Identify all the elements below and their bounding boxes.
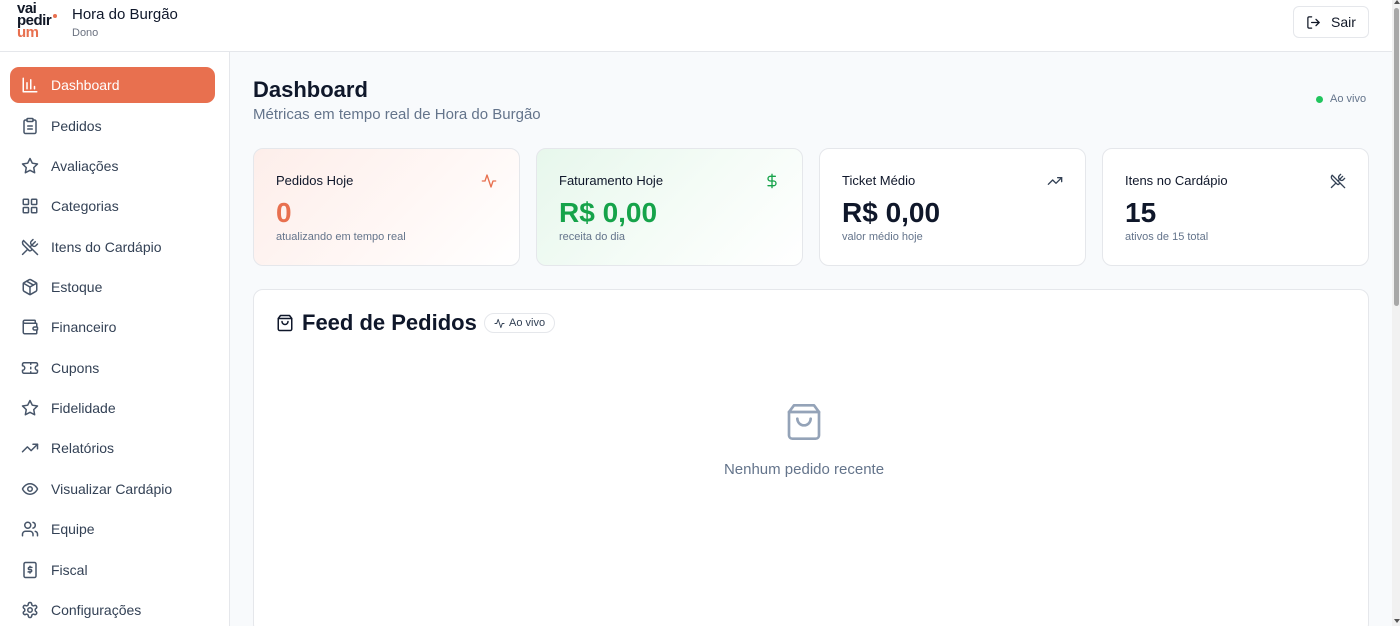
empty-shopping-bag-icon: [787, 404, 821, 440]
logo-line-3: um: [17, 24, 39, 41]
live-status-label: Ao vivo: [1330, 93, 1367, 105]
sidebar-item-label: Relatórios: [51, 440, 115, 456]
sidebar-item-label: Visualizar Cardápio: [51, 481, 173, 497]
sidebar-item-label: Itens do Cardápio: [51, 239, 162, 255]
sidebar-item-equipe[interactable]: Equipe: [10, 511, 215, 547]
sidebar-item-configuracoes[interactable]: Configurações: [10, 592, 215, 626]
sidebar-item-avaliacoes[interactable]: Avaliações: [10, 148, 215, 184]
sidebar-item-visualizar-cardapio[interactable]: Visualizar Cardápio: [10, 471, 215, 507]
metric-value: 15: [1125, 197, 1157, 228]
store-name: Hora do Burgão: [72, 6, 178, 23]
scrollbar-thumb[interactable]: [1394, 8, 1399, 306]
sidebar-item-label: Fiscal: [51, 562, 88, 578]
scroll-down-arrow-icon[interactable]: [1394, 619, 1400, 623]
live-badge: Ao vivo: [484, 313, 556, 333]
orders-feed-panel: Feed de Pedidos Ao vivo Nenhum pedido re…: [253, 289, 1369, 626]
sidebar-item-label: Configurações: [51, 602, 142, 618]
utensils-crossed-icon: [1330, 173, 1346, 189]
sidebar-item-pedidos[interactable]: Pedidos: [10, 108, 215, 144]
ticket-icon: [21, 362, 39, 374]
live-dot-icon: [1316, 95, 1323, 103]
sidebar-item-label: Cupons: [51, 360, 100, 376]
sidebar-item-label: Equipe: [51, 521, 95, 537]
users-icon: [21, 521, 39, 537]
activity-icon: [481, 174, 497, 188]
metric-card-ticket-medio: Ticket Médio R$ 0,00 valor médio hoje: [819, 148, 1086, 266]
feed-title: Feed de Pedidos: [302, 310, 477, 335]
metric-value: R$ 0,00: [559, 197, 658, 228]
sidebar-item-itens-do-cardapio[interactable]: Itens do Cardápio: [10, 229, 215, 265]
metric-caption: valor médio hoje: [842, 231, 923, 243]
receipt-icon: [23, 561, 37, 579]
metric-card-itens-no-cardapio: Itens no Cardápio 15 ativos de 15 total: [1102, 148, 1369, 266]
logout-label: Sair: [1331, 14, 1356, 30]
clipboard-icon: [23, 117, 37, 135]
empty-state-message: Nenhum pedido recente: [723, 461, 885, 478]
bar-chart-icon: [22, 77, 38, 93]
metric-value: 0: [276, 197, 292, 228]
metric-caption: atualizando em tempo real: [276, 231, 406, 243]
scroll-up-arrow-icon[interactable]: [1394, 0, 1400, 4]
sidebar-item-label: Pedidos: [51, 118, 102, 134]
metric-value: R$ 0,00: [842, 197, 941, 228]
sidebar-item-dashboard[interactable]: Dashboard: [10, 67, 215, 103]
sidebar-item-fiscal[interactable]: Fiscal: [10, 552, 215, 588]
logo-dot: [53, 14, 57, 18]
log-out-icon: [1307, 15, 1320, 29]
metric-label: Ticket Médio: [842, 173, 916, 188]
dollar-icon: [767, 173, 777, 189]
sidebar-item-label: Fidelidade: [51, 400, 116, 416]
metric-caption: ativos de 15 total: [1125, 231, 1209, 243]
live-status: Ao vivo: [1316, 93, 1366, 105]
metric-card-faturamento-hoje: Faturamento Hoje R$ 0,00 receita do dia: [536, 148, 803, 266]
sidebar-item-financeiro[interactable]: Financeiro: [10, 309, 215, 345]
star-icon: [21, 157, 39, 174]
metric-label: Pedidos Hoje: [276, 173, 354, 188]
star-icon: [21, 399, 39, 416]
sidebar-item-label: Categorias: [51, 198, 119, 214]
page-title: Dashboard: [253, 77, 368, 102]
live-badge-label: Ao vivo: [509, 317, 546, 329]
sidebar: Dashboard Pedidos Avaliações Categorias …: [0, 52, 230, 626]
page-subtitle: Métricas em tempo real de Hora do Burgão: [253, 106, 541, 123]
sidebar-item-relatorios[interactable]: Relatórios: [10, 430, 215, 466]
metric-label: Faturamento Hoje: [559, 173, 664, 188]
sidebar-item-label: Estoque: [51, 279, 103, 295]
metric-label: Itens no Cardápio: [1125, 173, 1228, 188]
shopping-bag-icon: [277, 314, 293, 332]
sidebar-item-label: Dashboard: [51, 77, 120, 93]
utensils-crossed-icon: [21, 238, 39, 256]
user-role: Dono: [72, 27, 99, 39]
trending-up-icon: [1047, 177, 1063, 185]
app-logo[interactable]: vai pedir um: [17, 1, 63, 42]
sidebar-item-label: Avaliações: [51, 158, 119, 174]
package-icon: [22, 278, 38, 296]
trending-up-icon: [21, 443, 39, 453]
metric-card-pedidos-hoje: Pedidos Hoje 0 atualizando em tempo real: [253, 148, 520, 266]
sidebar-item-fidelidade[interactable]: Fidelidade: [10, 390, 215, 426]
sidebar-item-label: Financeiro: [51, 319, 117, 335]
activity-icon: [494, 318, 505, 328]
metric-caption: receita do dia: [559, 231, 626, 243]
top-bar: vai pedir um Hora do Burgão Dono Sair: [0, 0, 1392, 52]
sidebar-item-estoque[interactable]: Estoque: [10, 269, 215, 305]
grid-icon: [22, 198, 38, 214]
logout-button[interactable]: Sair: [1293, 6, 1369, 38]
wallet-icon: [22, 319, 39, 335]
gear-icon: [22, 601, 38, 619]
sidebar-item-categorias[interactable]: Categorias: [10, 188, 215, 224]
eye-icon: [21, 483, 39, 495]
sidebar-item-cupons[interactable]: Cupons: [10, 350, 215, 386]
